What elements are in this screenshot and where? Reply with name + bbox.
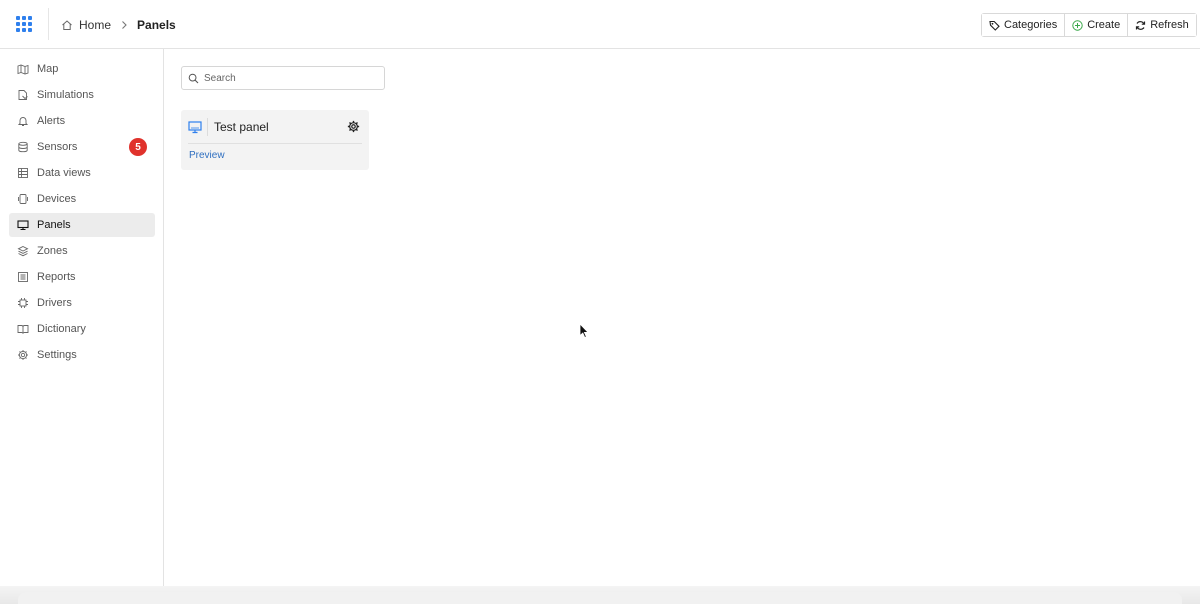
sidebar-item-settings[interactable]: Settings bbox=[9, 343, 155, 367]
database-icon bbox=[18, 141, 28, 153]
gear-icon bbox=[18, 350, 28, 360]
divider bbox=[188, 143, 362, 144]
report-icon bbox=[18, 272, 28, 282]
monitor-icon bbox=[17, 220, 29, 231]
search-input[interactable] bbox=[204, 72, 374, 84]
toolbar: Categories Create Refresh bbox=[981, 13, 1197, 37]
sidebar-item-label: Devices bbox=[37, 193, 77, 205]
sidebar-item-label: Data views bbox=[37, 167, 91, 179]
chip-icon bbox=[18, 298, 28, 308]
table-icon bbox=[18, 168, 28, 178]
sidebar-item-map[interactable]: Map bbox=[9, 57, 155, 81]
sidebar-item-label: Map bbox=[37, 63, 59, 75]
refresh-button[interactable]: Refresh bbox=[1128, 14, 1196, 36]
search-field[interactable] bbox=[181, 66, 385, 90]
settings-gear-icon[interactable] bbox=[347, 120, 360, 133]
bell-icon bbox=[17, 117, 29, 126]
top-bar: Home Panels Categories Create Refresh bbox=[0, 0, 1200, 49]
sidebar-item-zones[interactable]: Zones bbox=[9, 239, 155, 263]
simulations-icon bbox=[18, 90, 28, 100]
map-icon bbox=[17, 64, 29, 75]
sidebar: Map Simulations Alerts Sensors 5 Data vi… bbox=[0, 49, 164, 604]
sidebar-item-drivers[interactable]: Drivers bbox=[9, 291, 155, 315]
sidebar-item-label: Settings bbox=[37, 349, 77, 361]
sidebar-item-alerts[interactable]: Alerts bbox=[9, 109, 155, 133]
sidebar-item-label: Zones bbox=[37, 245, 68, 257]
sidebar-item-devices[interactable]: Devices bbox=[9, 187, 155, 211]
sidebar-item-panels[interactable]: Panels bbox=[9, 213, 155, 237]
preview-link[interactable]: Preview bbox=[189, 150, 225, 161]
device-icon bbox=[18, 194, 28, 204]
tag-icon bbox=[989, 20, 1000, 31]
apps-grid-icon[interactable] bbox=[16, 16, 32, 32]
create-button[interactable]: Create bbox=[1065, 14, 1129, 36]
create-label: Create bbox=[1087, 19, 1121, 31]
sidebar-item-dictionary[interactable]: Dictionary bbox=[9, 317, 155, 341]
sidebar-item-label: Sensors bbox=[37, 141, 78, 153]
sidebar-item-label: Reports bbox=[37, 271, 76, 283]
refresh-icon bbox=[1136, 20, 1146, 30]
mouse-cursor-icon bbox=[579, 323, 589, 339]
breadcrumb: Home Panels bbox=[61, 17, 176, 33]
refresh-label: Refresh bbox=[1150, 19, 1189, 31]
divider bbox=[207, 118, 208, 136]
bottom-edge bbox=[0, 586, 1200, 604]
monitor-icon bbox=[188, 121, 202, 134]
categories-label: Categories bbox=[1004, 19, 1058, 31]
panel-title[interactable]: Test panel bbox=[214, 120, 269, 134]
categories-button[interactable]: Categories bbox=[982, 14, 1066, 36]
layers-icon bbox=[17, 245, 29, 257]
notification-badge: 5 bbox=[129, 138, 147, 156]
breadcrumb-home-label: Home bbox=[79, 18, 112, 32]
chevron-right-icon bbox=[120, 20, 128, 30]
home-icon bbox=[62, 20, 72, 30]
divider bbox=[48, 8, 49, 40]
plus-circle-icon bbox=[1072, 19, 1083, 31]
sidebar-item-reports[interactable]: Reports bbox=[9, 265, 155, 289]
sidebar-item-label: Alerts bbox=[37, 115, 66, 127]
book-icon bbox=[17, 325, 29, 334]
breadcrumb-current: Panels bbox=[137, 18, 176, 32]
sidebar-item-simulations[interactable]: Simulations bbox=[9, 83, 155, 107]
sidebar-item-label: Panels bbox=[37, 219, 71, 231]
search-icon bbox=[188, 73, 199, 83]
sidebar-item-data-views[interactable]: Data views bbox=[9, 161, 155, 185]
sidebar-item-label: Drivers bbox=[37, 297, 72, 309]
panel-card: Test panel Preview bbox=[181, 110, 369, 170]
sidebar-item-label: Dictionary bbox=[37, 323, 86, 335]
sidebar-item-sensors[interactable]: Sensors 5 bbox=[9, 135, 155, 159]
sidebar-item-label: Simulations bbox=[37, 89, 94, 101]
breadcrumb-home[interactable]: Home bbox=[61, 18, 111, 32]
